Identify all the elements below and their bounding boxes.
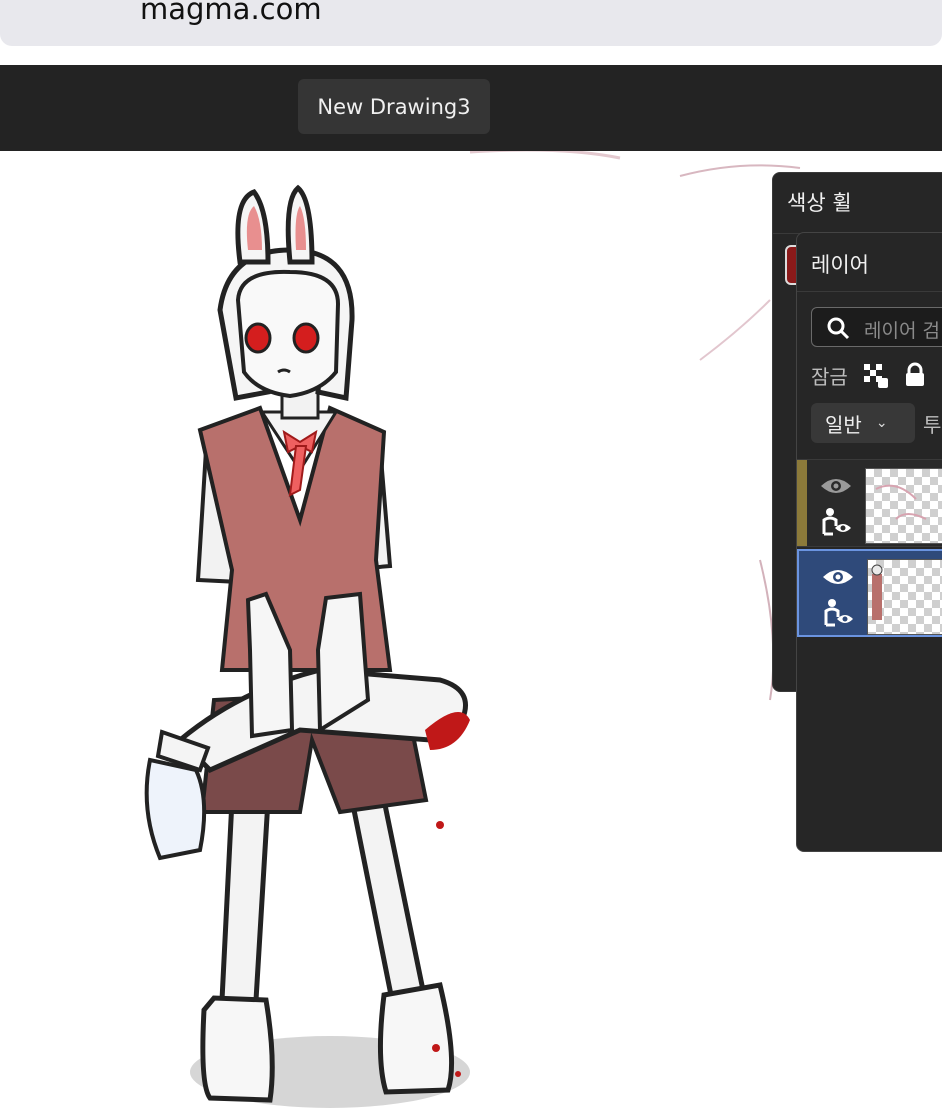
layers-panel: 레이어 레이어 검 잠금 일반 ⌄ 투 bbox=[796, 232, 942, 852]
eye-icon[interactable] bbox=[819, 474, 853, 498]
left-foot bbox=[200, 995, 275, 1103]
blend-mode-value: 일반 bbox=[825, 412, 862, 437]
layer-search-input[interactable]: 레이어 검 bbox=[811, 307, 942, 347]
layer-thumbnail bbox=[865, 468, 942, 544]
layer-color-stripe bbox=[797, 460, 807, 546]
lock-icon[interactable] bbox=[902, 362, 928, 388]
document-title-button[interactable]: New Drawing3 bbox=[298, 79, 490, 134]
clipping-visibility-icon[interactable] bbox=[821, 506, 855, 536]
search-icon bbox=[827, 317, 850, 340]
blood-drop bbox=[436, 821, 444, 829]
left-eye bbox=[244, 322, 272, 354]
layers-title[interactable]: 레이어 bbox=[811, 249, 869, 279]
blood-drop bbox=[432, 1044, 440, 1052]
sketch-stroke bbox=[699, 299, 771, 361]
url-text[interactable]: magma.com bbox=[140, 0, 322, 26]
blend-mode-select[interactable]: 일반 ⌄ bbox=[811, 403, 915, 443]
app-toolbar: New Drawing3 bbox=[0, 65, 942, 151]
right-leg bbox=[348, 797, 427, 1003]
lock-transparency-icon[interactable] bbox=[862, 362, 888, 388]
layer-row-selected[interactable] bbox=[797, 549, 942, 637]
right-foot bbox=[377, 982, 455, 1095]
blood-drop bbox=[455, 1071, 461, 1077]
lock-label: 잠금 bbox=[811, 364, 848, 389]
browser-url-bar[interactable]: magma.com bbox=[0, 0, 942, 46]
sketch-stroke bbox=[469, 151, 621, 160]
lock-row: 잠금 bbox=[811, 359, 942, 391]
search-placeholder: 레이어 검 bbox=[864, 320, 940, 342]
eye-icon[interactable] bbox=[821, 565, 855, 589]
left-leg bbox=[219, 797, 271, 1003]
browser-gap bbox=[0, 46, 942, 65]
color-wheel-title[interactable]: 색상 휠 bbox=[787, 187, 852, 217]
severed-hand bbox=[144, 757, 207, 861]
chevron-down-icon: ⌄ bbox=[875, 415, 888, 431]
layer-row[interactable] bbox=[797, 459, 942, 547]
right-eye bbox=[292, 322, 320, 354]
clipping-visibility-icon[interactable] bbox=[823, 597, 857, 627]
layer-thumbnail bbox=[867, 559, 942, 635]
opacity-label: 투 bbox=[923, 412, 942, 437]
blend-row: 일반 ⌄ 투 bbox=[811, 403, 941, 443]
panel-divider bbox=[797, 291, 942, 292]
